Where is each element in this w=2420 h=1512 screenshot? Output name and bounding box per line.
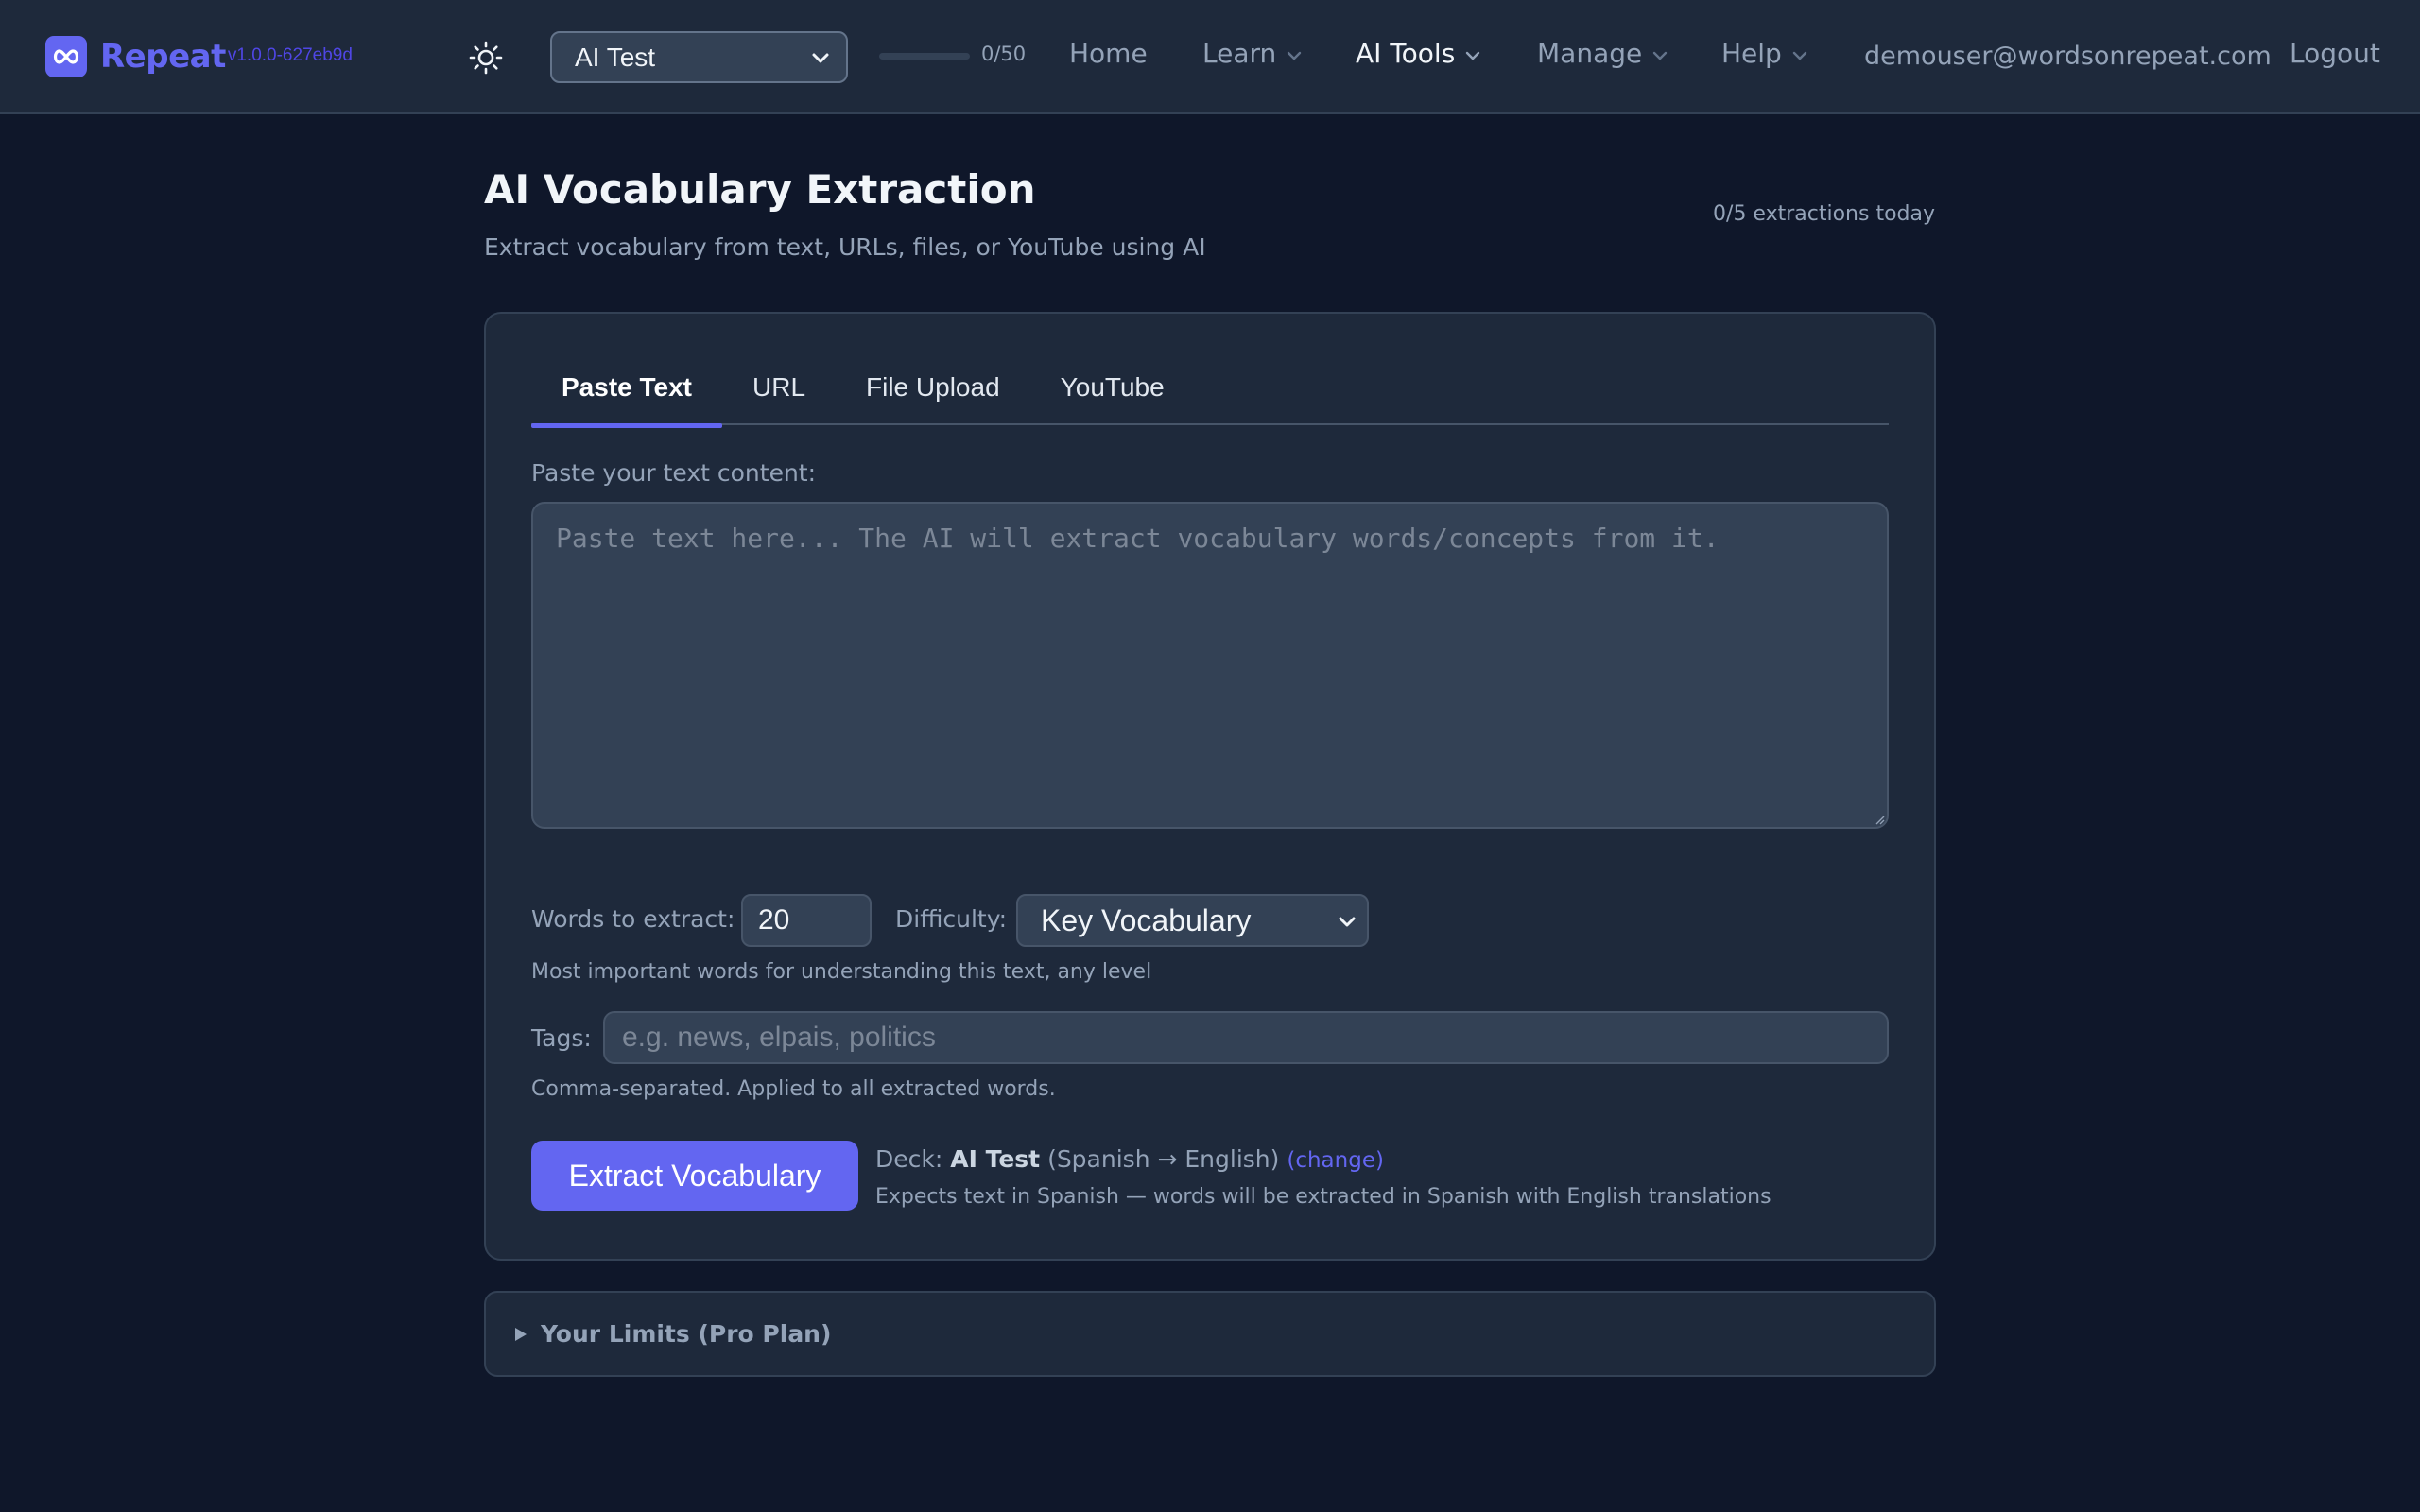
brand-name: Repeat — [100, 38, 226, 76]
extract-vocabulary-button[interactable]: Extract Vocabulary — [531, 1141, 858, 1211]
limits-label: Your Limits (Pro Plan) — [541, 1320, 832, 1348]
nav-ai-tools[interactable]: AI Tools — [1356, 38, 1481, 69]
chevron-down-icon — [1339, 917, 1356, 927]
tab-file-upload[interactable]: File Upload — [836, 367, 1030, 425]
deck-name: AI Test — [950, 1145, 1041, 1173]
extraction-card: Paste Text URL File Upload YouTube Paste… — [484, 312, 1936, 1261]
words-to-extract-label: Words to extract: — [531, 905, 735, 933]
theme-toggle-button[interactable] — [465, 37, 507, 78]
words-to-extract-input[interactable] — [741, 894, 872, 947]
difficulty-select[interactable]: Key Vocabulary — [1016, 894, 1369, 947]
chevron-down-icon — [1466, 51, 1480, 60]
nav-manage-label: Manage — [1537, 38, 1643, 69]
tags-input[interactable] — [603, 1011, 1889, 1064]
text-content-label: Paste your text content: — [531, 459, 817, 487]
chevron-down-icon — [1792, 51, 1807, 60]
source-tabs: Paste Text URL File Upload YouTube — [531, 367, 1889, 428]
tab-paste-text[interactable]: Paste Text — [531, 367, 722, 428]
change-deck-link[interactable]: (change) — [1287, 1148, 1384, 1173]
chevron-down-icon — [812, 53, 829, 63]
top-navbar: Repeat v1.0.0-627eb9d AI Test 0/50 Home … — [0, 0, 2420, 114]
limits-disclosure[interactable]: Your Limits (Pro Plan) — [484, 1291, 1936, 1377]
sun-icon — [469, 41, 503, 75]
tab-url[interactable]: URL — [722, 367, 836, 425]
triangle-right-icon — [515, 1327, 527, 1341]
user-email: demouser@wordsonrepeat.com — [1864, 42, 2272, 71]
nav-help-label: Help — [1721, 38, 1782, 69]
infinity-icon — [45, 36, 87, 77]
deck-prefix: Deck: — [875, 1145, 943, 1173]
tab-youtube[interactable]: YouTube — [1030, 367, 1195, 425]
extraction-count: 0/5 extractions today — [1713, 202, 1935, 226]
app-version: v1.0.0-627eb9d — [227, 45, 353, 65]
resize-handle-icon[interactable] — [1876, 816, 1885, 825]
deck-select-value: AI Test — [575, 42, 656, 72]
nav-ai-tools-label: AI Tools — [1356, 38, 1456, 69]
brand[interactable]: Repeat v1.0.0-627eb9d — [45, 36, 353, 77]
page-subtitle: Extract vocabulary from text, URLs, file… — [484, 233, 1206, 261]
daily-progress-bar — [879, 53, 970, 60]
tags-label: Tags: — [531, 1024, 592, 1052]
nav-manage[interactable]: Manage — [1537, 38, 1668, 69]
chevron-down-icon — [1288, 51, 1302, 60]
nav-learn[interactable]: Learn — [1202, 38, 1303, 69]
deck-language-hint: Expects text in Spanish — words will be … — [875, 1185, 1772, 1209]
user-email-link[interactable]: demouser@wordsonrepeat.com — [1864, 42, 2272, 71]
deck-languages: (Spanish → English) — [1047, 1145, 1280, 1173]
nav-learn-label: Learn — [1202, 38, 1277, 69]
deck-select[interactable]: AI Test — [550, 31, 848, 83]
nav-help[interactable]: Help — [1721, 38, 1808, 69]
logout-link[interactable]: Logout — [2290, 38, 2380, 69]
logout-label: Logout — [2290, 38, 2380, 69]
difficulty-select-value: Key Vocabulary — [1041, 902, 1252, 937]
nav-home[interactable]: Home — [1069, 38, 1148, 69]
text-content-input[interactable] — [531, 502, 1889, 829]
chevron-down-icon — [1653, 51, 1668, 60]
deck-info: Deck: AI Test (Spanish → English) (chang… — [875, 1145, 1384, 1173]
difficulty-label: Difficulty: — [895, 905, 1008, 933]
daily-progress-text: 0/50 — [981, 43, 1027, 65]
tags-hint: Comma-separated. Applied to all extracte… — [531, 1077, 1056, 1101]
difficulty-hint: Most important words for understanding t… — [531, 960, 1152, 984]
page-title: AI Vocabulary Extraction — [484, 166, 1036, 213]
nav-home-label: Home — [1069, 38, 1148, 69]
